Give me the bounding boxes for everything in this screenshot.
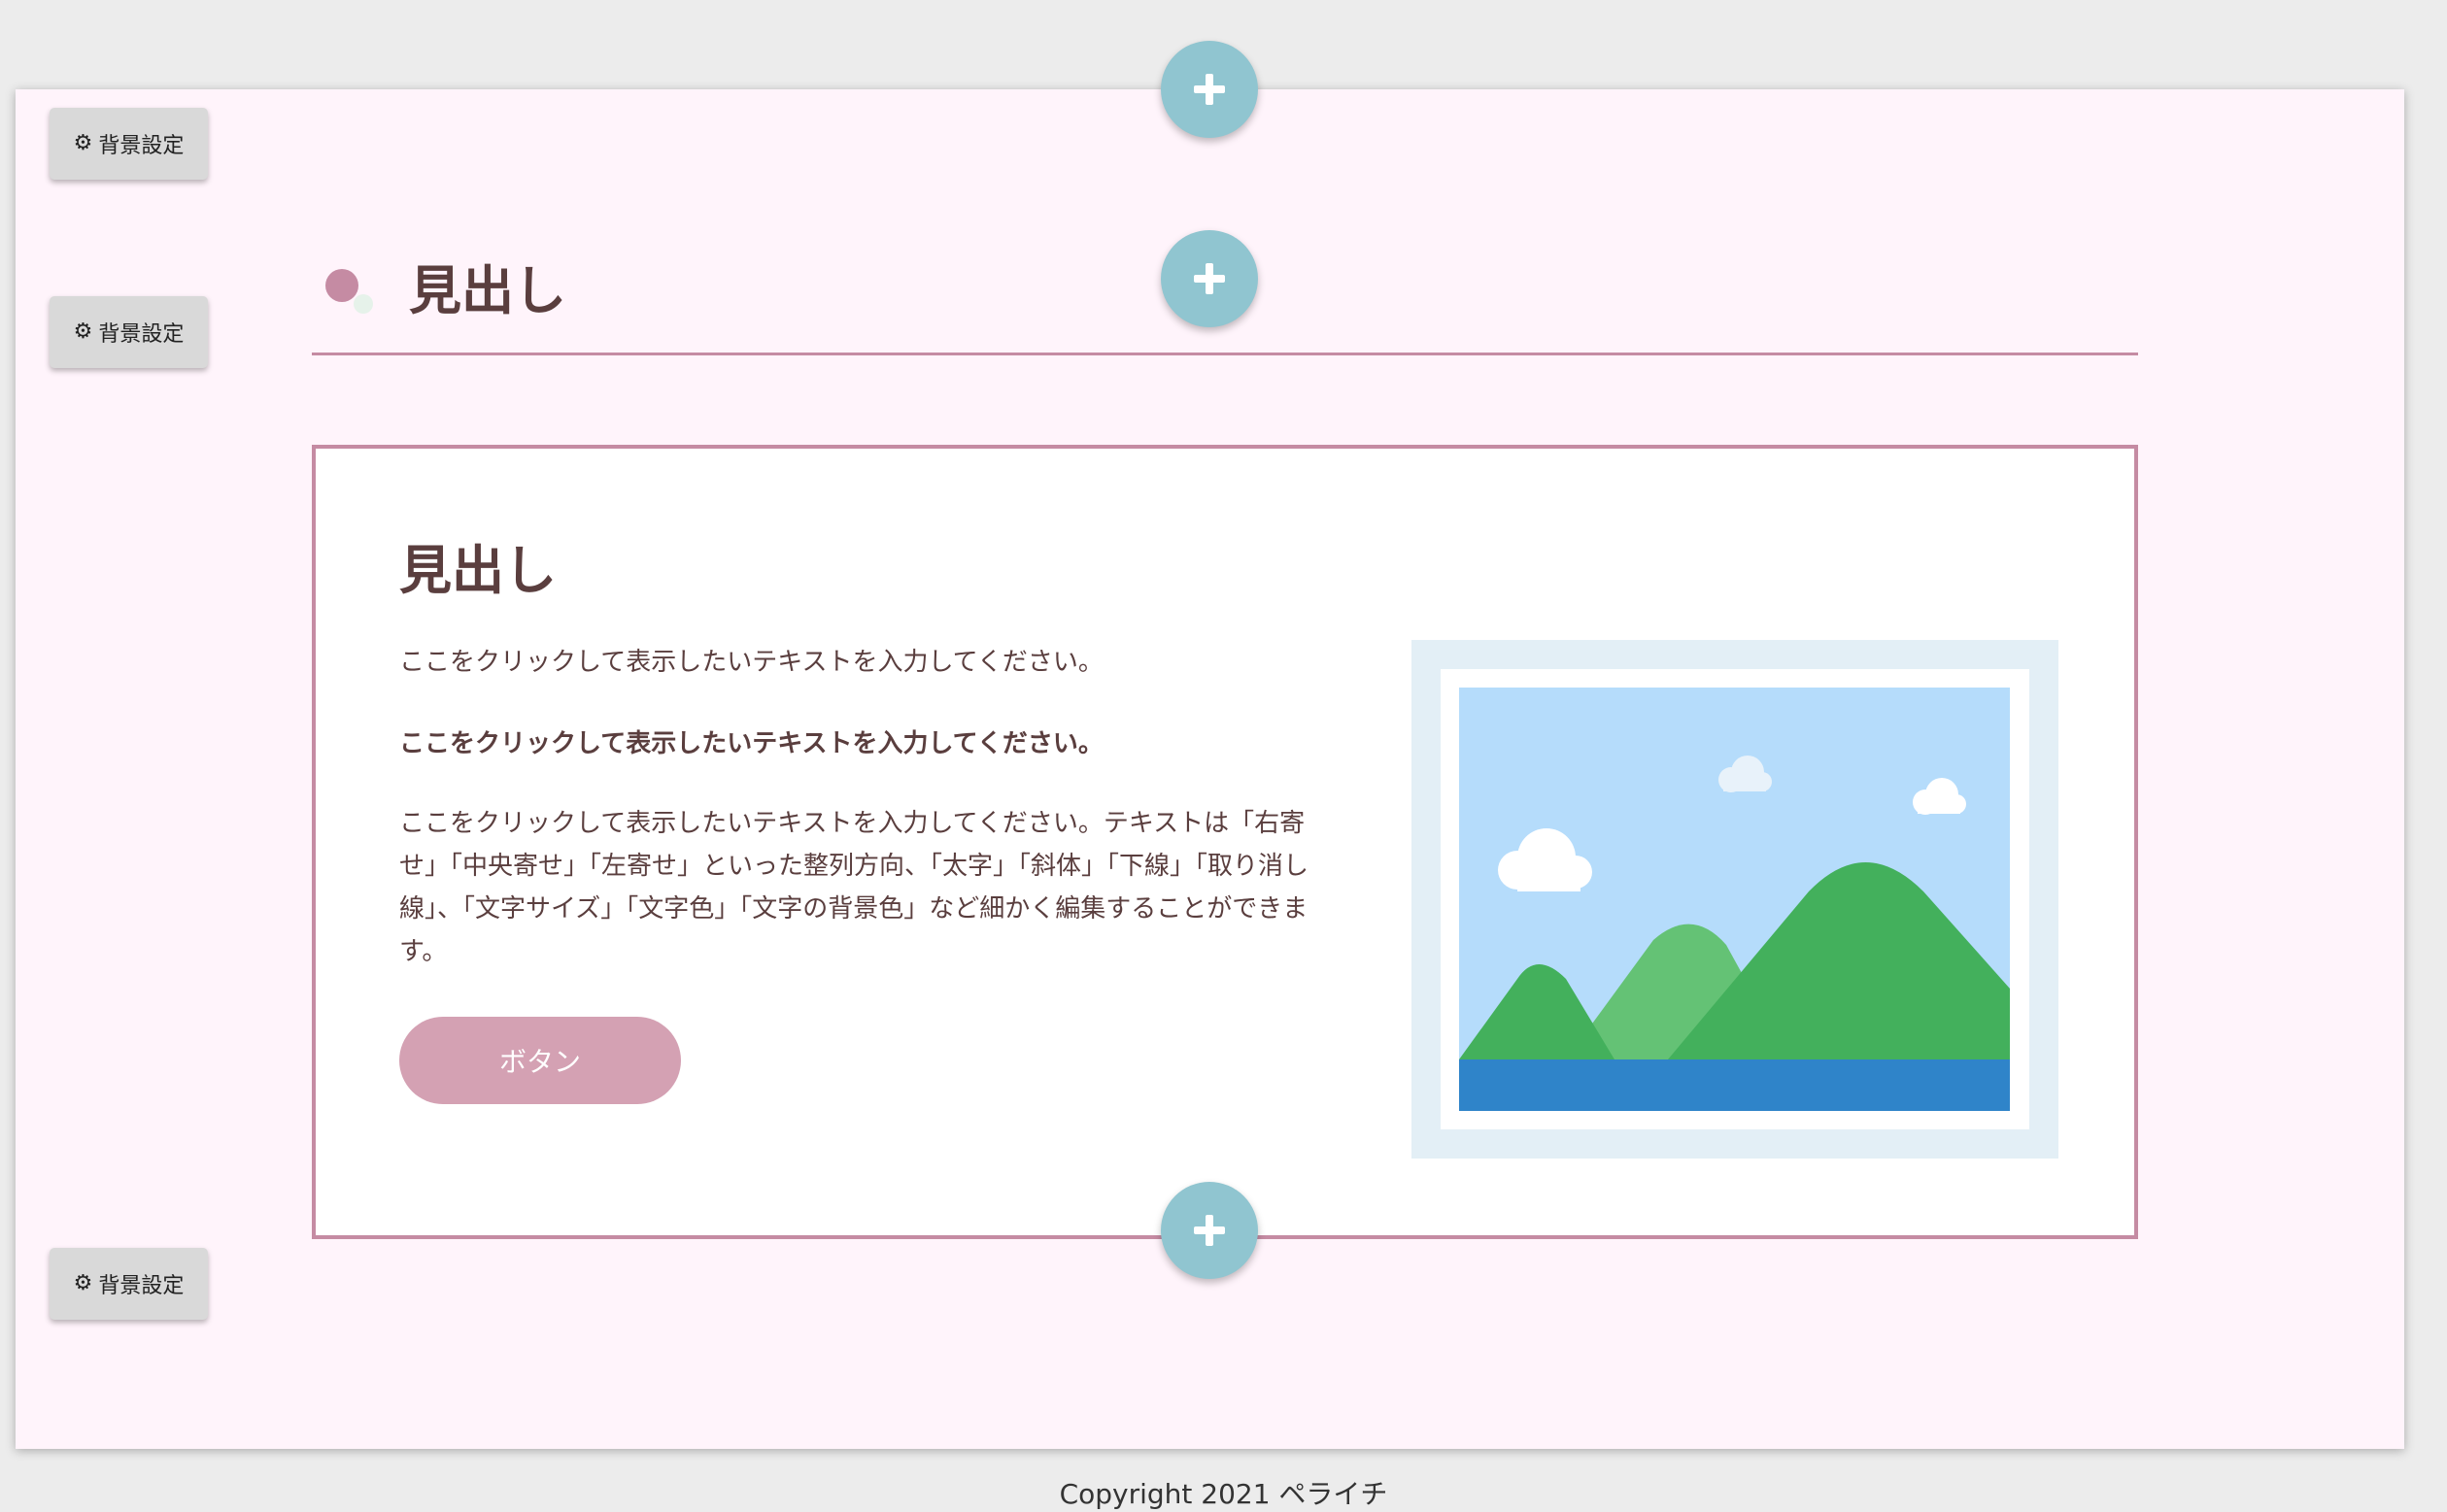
- description-paragraph[interactable]: ここをクリックして表示したいテキストを入力してください。テキストは「右寄せ」「中…: [399, 802, 1332, 973]
- background-setting-label: 背景設定: [98, 1274, 185, 1298]
- image-placeholder[interactable]: [1411, 640, 2058, 1159]
- text-line[interactable]: ここをクリックして表示したいテキストを入力してください。: [399, 642, 1104, 678]
- gear-icon: ⚙: [73, 1271, 93, 1295]
- background-setting-label: 背景設定: [98, 134, 185, 158]
- footer-copyright: Copyright 2021 ペライチ: [1059, 1478, 1388, 1510]
- background-setting-label: 背景設定: [98, 322, 185, 347]
- add-section-button[interactable]: [1161, 1182, 1258, 1279]
- background-setting-button[interactable]: ⚙ 背景設定: [50, 296, 208, 368]
- section-heading[interactable]: 見出し: [409, 252, 566, 330]
- card-heading[interactable]: 見出し: [399, 532, 557, 610]
- plus-icon: [1194, 74, 1225, 105]
- background-setting-button[interactable]: ⚙ 背景設定: [50, 1248, 208, 1320]
- plus-icon: [1194, 1215, 1225, 1246]
- background-setting-button[interactable]: ⚙ 背景設定: [50, 108, 208, 180]
- plus-icon: [1194, 263, 1225, 294]
- gear-icon: ⚙: [73, 131, 93, 155]
- gear-icon: ⚙: [73, 319, 93, 344]
- heading-bullet-icon: [325, 269, 373, 314]
- card-button[interactable]: ボタン: [399, 1017, 681, 1104]
- bold-text-line[interactable]: ここをクリックして表示したいテキストを入力してください。: [399, 723, 1104, 759]
- content-card[interactable]: 見出し ここをクリックして表示したいテキストを入力してください。 ここをクリック…: [312, 445, 2138, 1239]
- heading-underline: [312, 353, 2138, 355]
- landscape-image-icon: [1459, 688, 2010, 1111]
- add-section-button[interactable]: [1161, 41, 1258, 138]
- add-section-button[interactable]: [1161, 230, 1258, 327]
